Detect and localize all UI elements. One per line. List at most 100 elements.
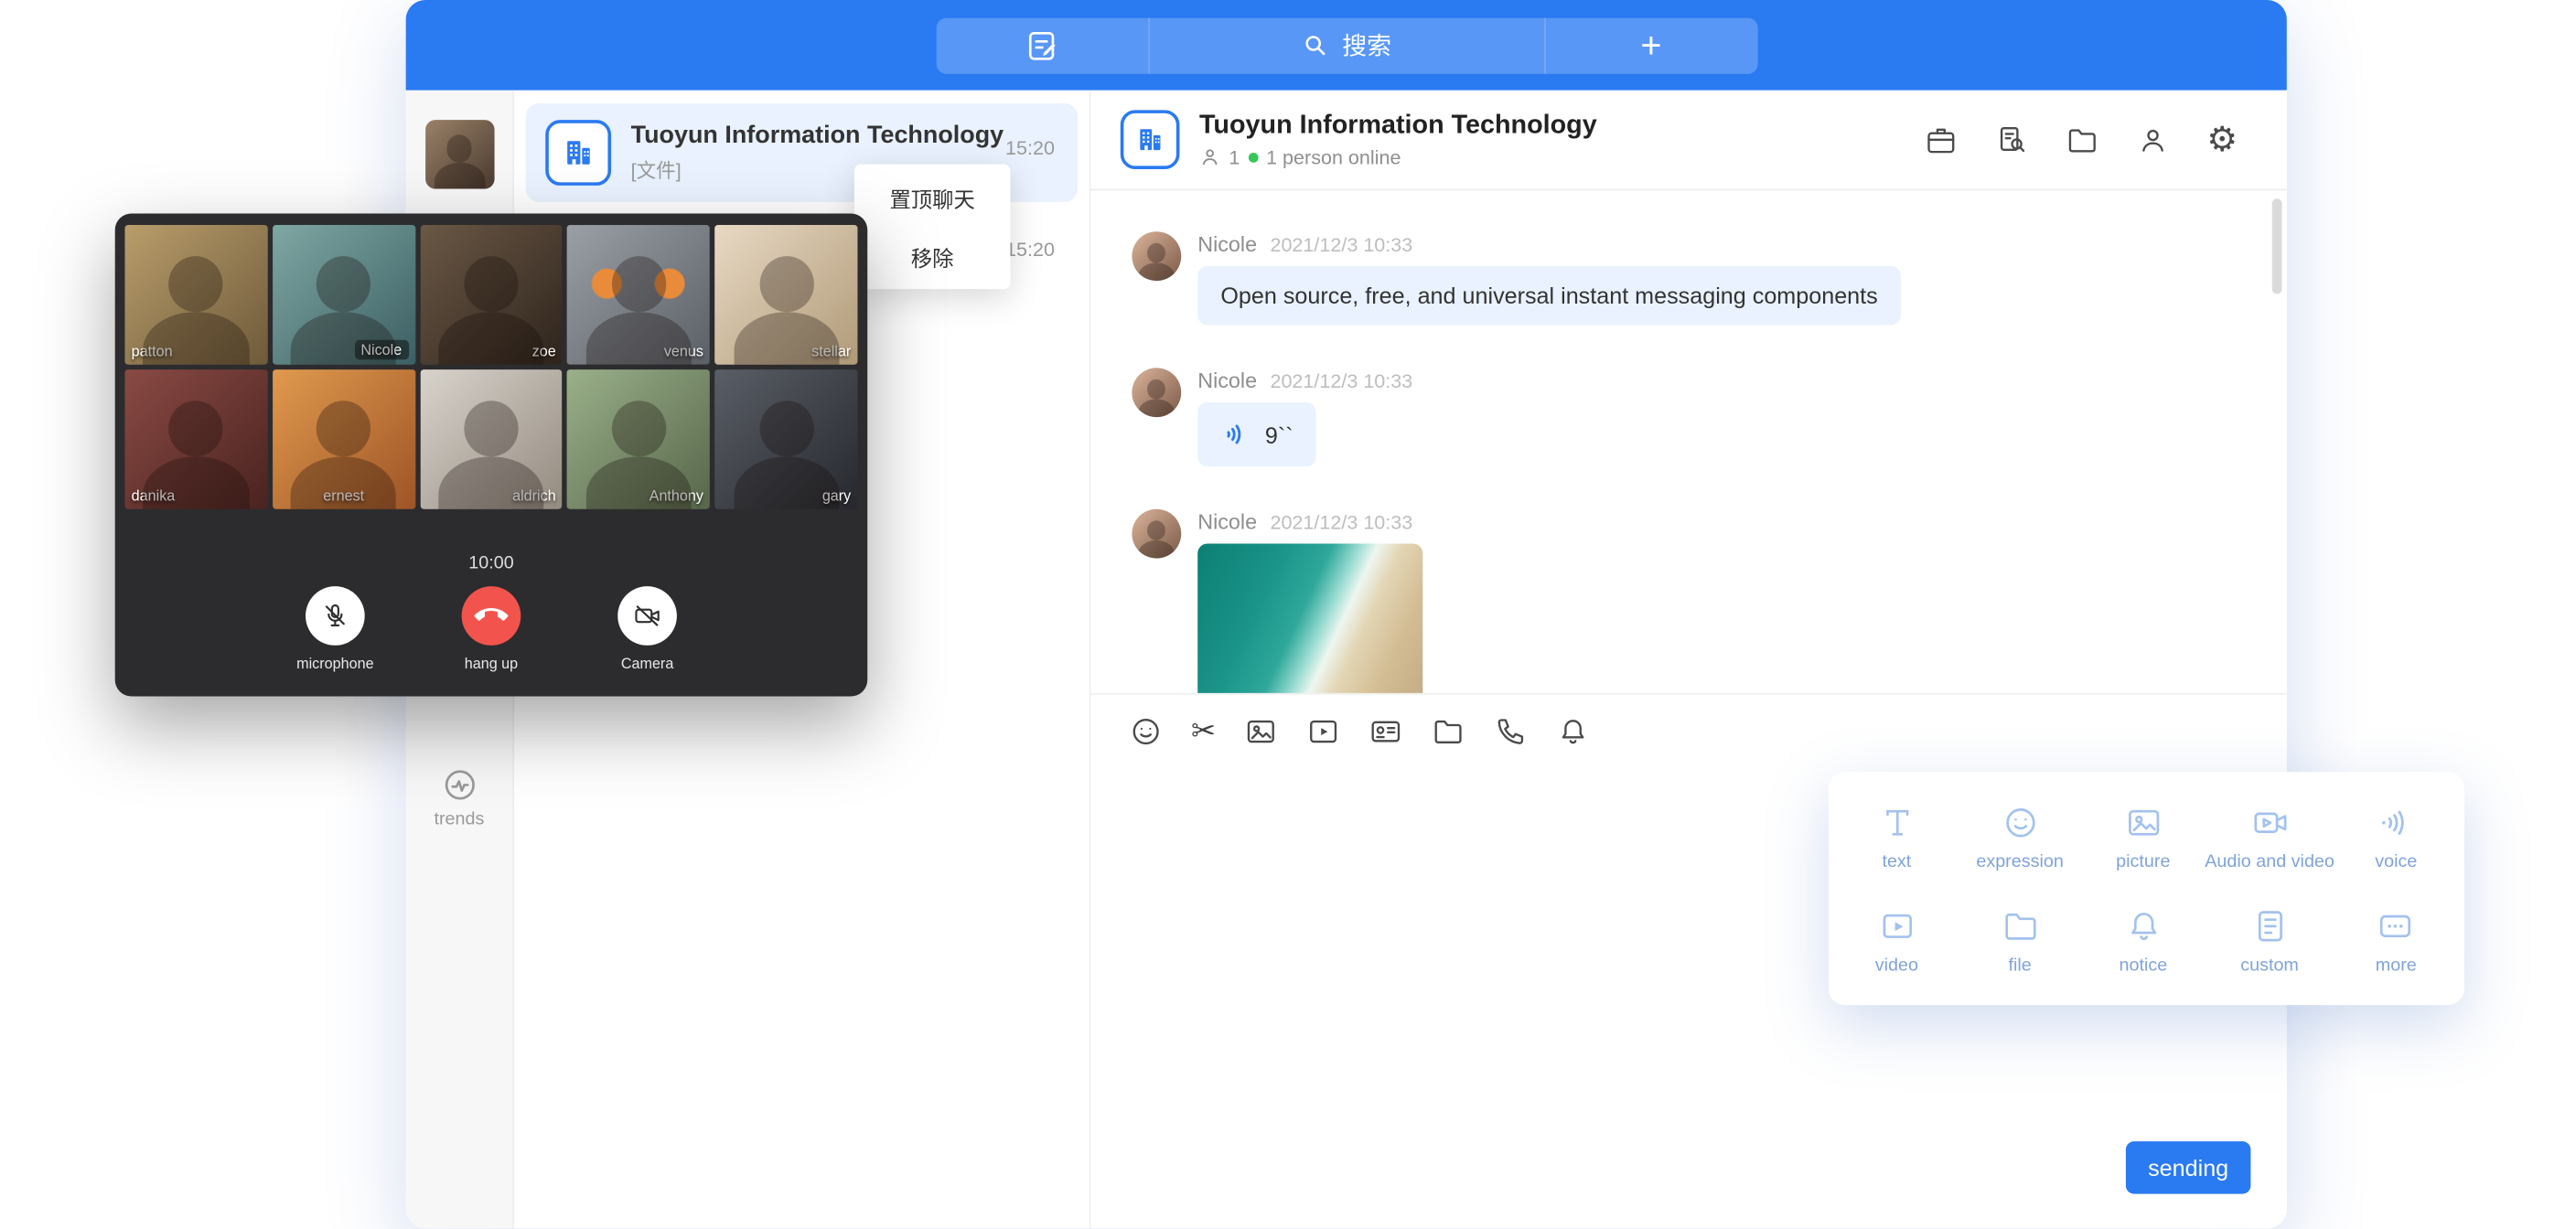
quick-actions-panel: text expression picture Audio and video …: [1829, 772, 2464, 1005]
folder-icon: [2001, 906, 2040, 946]
chat-header-actions: ⚙: [1924, 123, 2238, 157]
card-button[interactable]: [1368, 713, 1403, 748]
participant-tile[interactable]: Anthony: [567, 369, 710, 509]
call-button[interactable]: [1494, 713, 1529, 748]
hang-up-button[interactable]: [462, 586, 521, 646]
quick-custom[interactable]: custom: [2205, 889, 2334, 992]
search-input[interactable]: 搜索: [1149, 17, 1543, 73]
trends-label: trends: [434, 809, 484, 829]
message-list: Nicole 2021/12/3 10:33 Open source, free…: [1090, 190, 2286, 693]
control-label: Camera: [621, 656, 673, 672]
message-time: 2021/12/3 10:33: [1270, 511, 1412, 534]
sender-avatar[interactable]: [1132, 231, 1181, 281]
bell-icon: [1556, 713, 1591, 748]
search-bar: 搜索 +: [936, 17, 1757, 73]
online-status: 1 person online: [1266, 145, 1401, 168]
menu-item-pin-chat[interactable]: 置顶聊天: [854, 167, 1011, 227]
online-dot: [1248, 152, 1258, 162]
user-avatar[interactable]: [424, 120, 493, 188]
settings-button[interactable]: ⚙: [2206, 123, 2238, 157]
quick-label: custom: [2240, 956, 2299, 976]
message-time: 2021/12/3 10:33: [1270, 233, 1412, 256]
sender-avatar[interactable]: [1132, 368, 1181, 417]
video-button[interactable]: [1306, 713, 1341, 748]
quick-more[interactable]: more: [2334, 889, 2458, 992]
participant-tile[interactable]: patton: [124, 225, 267, 365]
participant-name: danika: [132, 487, 176, 504]
conversation-time: 15:20: [1005, 238, 1055, 261]
history-button[interactable]: [1924, 123, 1959, 157]
quick-expression[interactable]: expression: [1959, 785, 2082, 888]
add-button[interactable]: +: [1543, 17, 1756, 73]
participant-tile[interactable]: aldrich: [420, 369, 563, 509]
quick-picture[interactable]: picture: [2081, 785, 2205, 888]
compose-icon: [1024, 27, 1060, 64]
picture-icon: [1244, 713, 1279, 748]
compose-button[interactable]: [936, 17, 1149, 73]
participant-tile[interactable]: danika: [124, 369, 267, 509]
hang-up-icon: [468, 593, 515, 639]
history-icon: [1924, 123, 1959, 157]
call-controls: microphone hang up Camera: [124, 586, 857, 671]
nav-item-trends[interactable]: trends: [406, 765, 513, 829]
scrollbar-thumb[interactable]: [2272, 198, 2282, 294]
chat-group-avatar: [1121, 110, 1180, 169]
message-row: Nicole 2021/12/3 10:33: [1132, 509, 2287, 693]
microphone-button[interactable]: [306, 586, 365, 646]
participant-grid: patton Nicole zoe venus stellar danika e…: [124, 225, 857, 509]
chat-panel: Tuoyun Information Technology 1 1 person…: [1090, 91, 2286, 1229]
voice-waves-icon: [1220, 419, 1251, 450]
quick-file[interactable]: file: [1959, 889, 2082, 992]
participant-tile[interactable]: zoe: [420, 225, 563, 365]
quick-voice[interactable]: voice: [2334, 785, 2458, 888]
voice-duration: 9``: [1265, 422, 1293, 448]
message-row: Nicole 2021/12/3 10:33 Open source, free…: [1132, 231, 2287, 325]
participant-tile[interactable]: stellar: [715, 225, 858, 365]
menu-item-remove[interactable]: 移除: [854, 227, 1011, 286]
quick-label: text: [1882, 852, 1911, 872]
notice-button[interactable]: [1556, 713, 1591, 748]
search-records-button[interactable]: [1995, 123, 2030, 157]
sender-avatar[interactable]: [1132, 509, 1181, 559]
phone-icon: [1494, 713, 1529, 748]
message-head: Nicole 2021/12/3 10:33: [1197, 368, 1412, 392]
screenshot-button[interactable]: ✂: [1191, 713, 1216, 748]
participant-tile[interactable]: venus: [567, 225, 710, 365]
participant-tile[interactable]: gary: [715, 369, 858, 509]
voice-message-bubble[interactable]: 9``: [1197, 402, 1316, 466]
image-message-beach-photo[interactable]: [1197, 543, 1422, 692]
quick-audio-video[interactable]: Audio and video: [2205, 785, 2334, 888]
emoji-button[interactable]: [1129, 713, 1164, 748]
camera-button[interactable]: [617, 586, 677, 646]
quick-label: video: [1875, 956, 1918, 976]
quick-video[interactable]: video: [1835, 889, 1959, 992]
quick-label: notice: [2119, 956, 2167, 976]
files-button[interactable]: [2066, 123, 2100, 157]
smiley-icon: [1129, 713, 1164, 748]
member-count: 1: [1229, 145, 1240, 168]
participant-tile[interactable]: ernest: [273, 369, 415, 509]
quick-notice[interactable]: notice: [2081, 889, 2205, 992]
mic-off-icon: [320, 601, 349, 630]
send-button[interactable]: sending: [2126, 1141, 2250, 1193]
participant-name: aldrich: [512, 487, 556, 504]
message-time: 2021/12/3 10:33: [1270, 369, 1412, 392]
sender-name: Nicole: [1197, 509, 1257, 534]
text-message-bubble[interactable]: Open source, free, and universal instant…: [1197, 266, 1901, 326]
file-button[interactable]: [1431, 713, 1465, 748]
participant-name: patton: [132, 343, 173, 359]
sender-name: Nicole: [1197, 368, 1257, 392]
voice-icon: [2377, 803, 2416, 842]
bell-icon: [2123, 906, 2163, 946]
hangup-control: hang up: [437, 586, 546, 671]
quick-label: picture: [2116, 852, 2170, 872]
picture-icon: [2123, 803, 2163, 842]
camera-control: Camera: [593, 586, 702, 671]
sender-name: Nicole: [1197, 231, 1257, 256]
members-button[interactable]: [2136, 123, 2171, 157]
quick-text[interactable]: text: [1835, 785, 1959, 888]
participant-tile[interactable]: Nicole: [273, 225, 415, 365]
members-icon: [1199, 146, 1220, 167]
context-menu: 置顶聊天 移除: [854, 165, 1011, 289]
picture-button[interactable]: [1244, 713, 1279, 748]
